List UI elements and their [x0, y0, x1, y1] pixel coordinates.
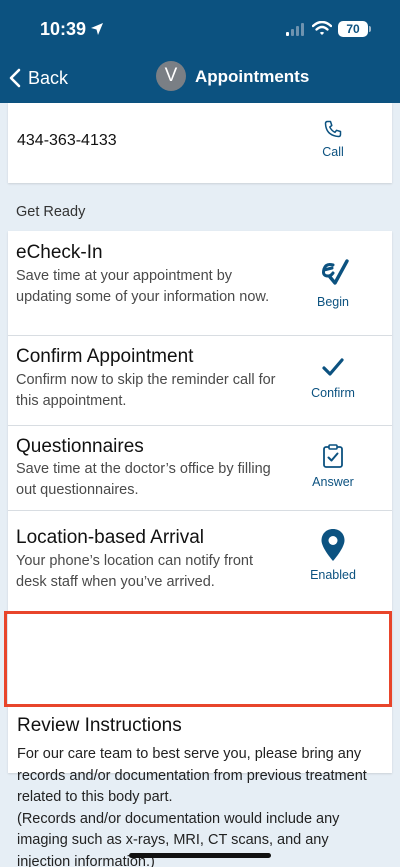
enabled-label: Enabled — [310, 568, 356, 582]
page-title: Appointments — [195, 67, 310, 86]
checkmark-icon — [322, 358, 344, 376]
home-indicator — [129, 853, 271, 858]
echeckin-title: eCheck-In — [16, 242, 103, 263]
phone-icon — [324, 120, 342, 138]
list-item-location-arrival[interactable]: Location-based Arrival Your phone’s loca… — [8, 511, 392, 603]
review-title: Review Instructions — [17, 715, 182, 736]
status-time: 10:39 — [40, 19, 87, 39]
echeckin-description: Save time at your appointment by updatin… — [16, 268, 270, 305]
review-body: For our care team to best serve you, ple… — [17, 746, 367, 867]
battery-indicator: 70 — [338, 21, 368, 37]
section-label-get-ready: Get Ready — [16, 204, 86, 220]
phone-number: 434-363-4133 — [17, 132, 117, 149]
confirm-button[interactable]: Confirm — [293, 356, 373, 400]
header: 10:39 70 Back V Appointments — [0, 0, 400, 103]
back-button[interactable]: Back — [8, 64, 68, 92]
avatar[interactable]: V — [156, 61, 186, 91]
answer-label: Answer — [312, 475, 354, 489]
begin-button[interactable]: Begin — [293, 255, 373, 309]
questionnaires-description: Save time at the doctor’s office by fill… — [16, 461, 271, 498]
begin-label: Begin — [317, 295, 349, 309]
chevron-left-icon — [9, 68, 21, 88]
battery-nub — [369, 26, 371, 32]
phone-card: 434-363-4133 Call — [8, 103, 392, 183]
location-arrival-description: Your phone’s location can notify front d… — [16, 553, 253, 590]
confirm-title: Confirm Appointment — [16, 346, 194, 367]
location-arrival-title: Location-based Arrival — [16, 527, 204, 548]
confirm-label: Confirm — [311, 386, 355, 400]
location-enabled-button[interactable]: Enabled — [293, 528, 373, 582]
list-item-echeckin[interactable]: eCheck-In Save time at your appointment … — [8, 231, 392, 335]
wifi-icon — [312, 21, 332, 35]
back-label: Back — [28, 67, 69, 88]
signal-icon — [286, 23, 304, 36]
echeckin-icon — [322, 259, 349, 285]
location-arrow-icon — [91, 23, 103, 35]
scroll-content[interactable]: 434-363-4133 Call Get Ready eCheck-In Sa… — [0, 103, 400, 867]
answer-button[interactable]: Answer — [293, 443, 373, 489]
highlight-box — [4, 611, 392, 707]
location-pin-icon — [321, 529, 345, 561]
list-item-confirm-appointment[interactable]: Confirm Appointment Confirm now to skip … — [8, 336, 392, 425]
call-button[interactable]: Call — [293, 119, 373, 159]
call-label: Call — [322, 145, 344, 159]
clipboard-check-icon — [323, 444, 343, 468]
questionnaires-title: Questionnaires — [16, 436, 144, 457]
list-item-questionnaires[interactable]: Questionnaires Save time at the doctor’s… — [8, 426, 392, 510]
confirm-description: Confirm now to skip the reminder call fo… — [16, 372, 276, 409]
